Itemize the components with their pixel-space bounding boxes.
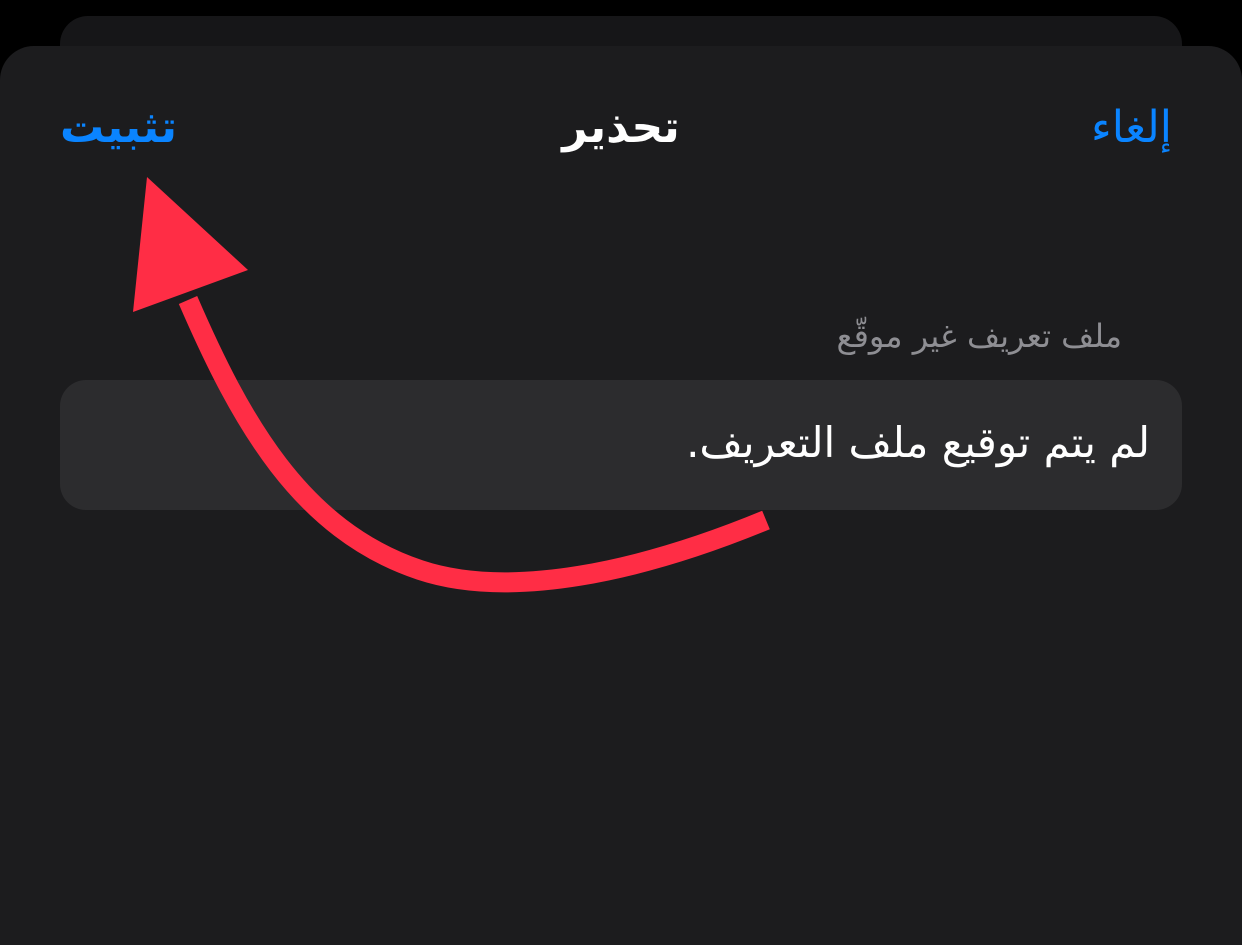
section-header: ملف تعريف غير موقّع	[836, 317, 1122, 355]
cancel-button[interactable]: إلغاء	[1091, 98, 1172, 158]
warning-row: لم يتم توقيع ملف التعريف.	[60, 380, 1182, 510]
sheet-title: تحذير	[562, 102, 680, 153]
warning-sheet: تثبيت تحذير إلغاء ملف تعريف غير موقّع لم…	[0, 46, 1242, 945]
warning-row-text: لم يتم توقيع ملف التعريف.	[686, 418, 1150, 467]
